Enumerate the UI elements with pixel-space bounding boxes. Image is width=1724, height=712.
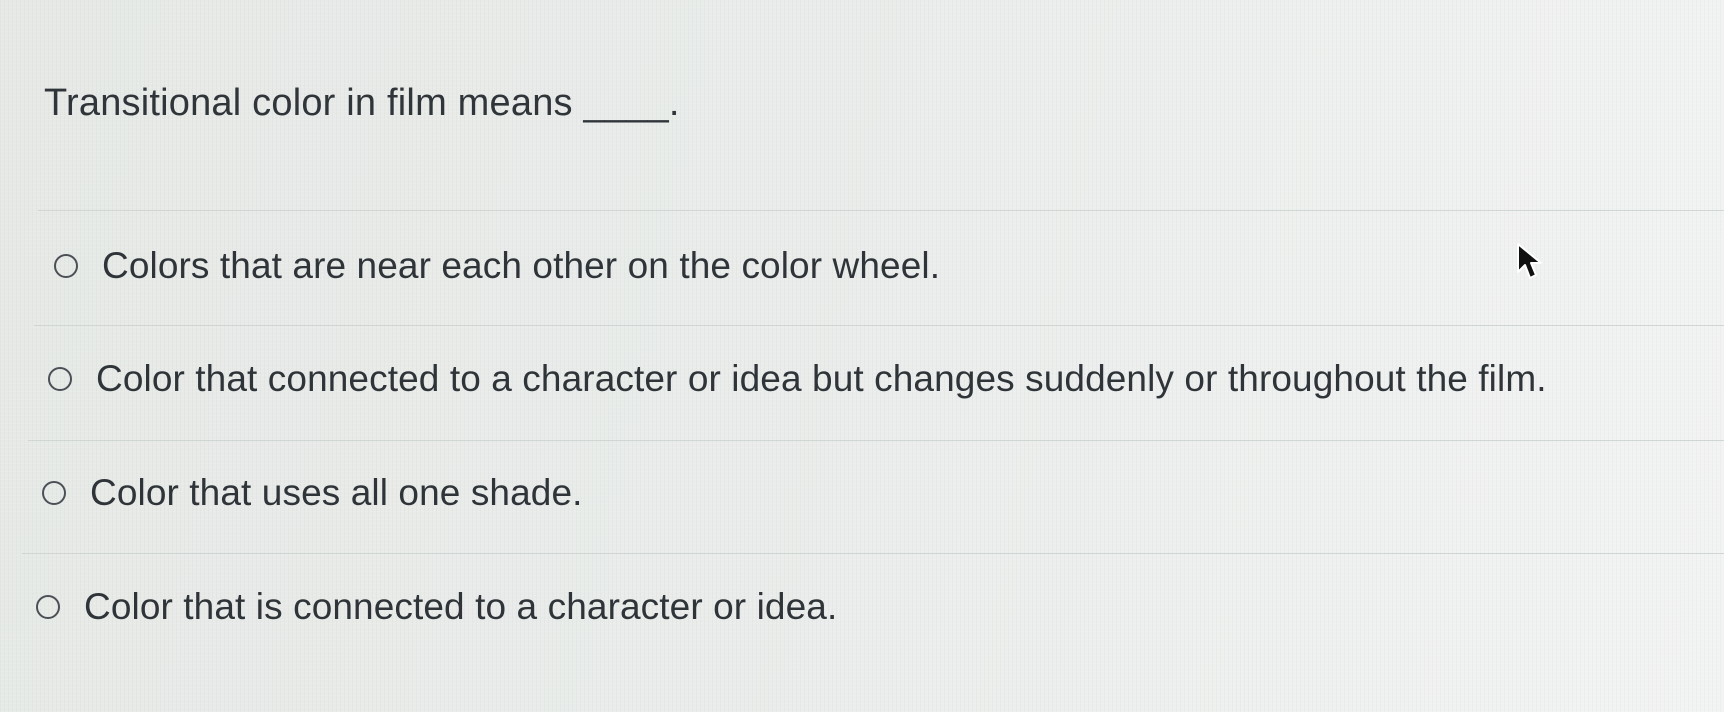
radio-button-unselected-icon[interactable] xyxy=(54,254,78,278)
quiz-question-panel: Transitional color in film means ____. C… xyxy=(0,0,1724,712)
answer-option-1[interactable]: Colors that are near each other on the c… xyxy=(54,245,940,287)
answer-option-label: Color that is connected to a character o… xyxy=(84,586,838,627)
radio-button-unselected-icon[interactable] xyxy=(48,367,72,391)
answer-option-3[interactable]: Color that uses all one shade. xyxy=(42,472,583,514)
answer-option-label: Color that uses all one shade. xyxy=(90,472,583,513)
answer-option-4[interactable]: Color that is connected to a character o… xyxy=(36,586,837,628)
question-text: Transitional color in film means ____. xyxy=(44,82,680,124)
radio-button-unselected-icon[interactable] xyxy=(36,595,60,619)
answer-option-label: Colors that are near each other on the c… xyxy=(102,245,941,286)
divider xyxy=(38,210,1724,211)
divider xyxy=(28,440,1724,441)
radio-button-unselected-icon[interactable] xyxy=(42,481,66,505)
divider xyxy=(22,553,1724,554)
mouse-pointer-icon xyxy=(1517,243,1542,279)
answer-option-2[interactable]: Color that connected to a character or i… xyxy=(48,358,1547,400)
answer-option-label: Color that connected to a character or i… xyxy=(96,358,1547,399)
divider xyxy=(34,325,1724,326)
